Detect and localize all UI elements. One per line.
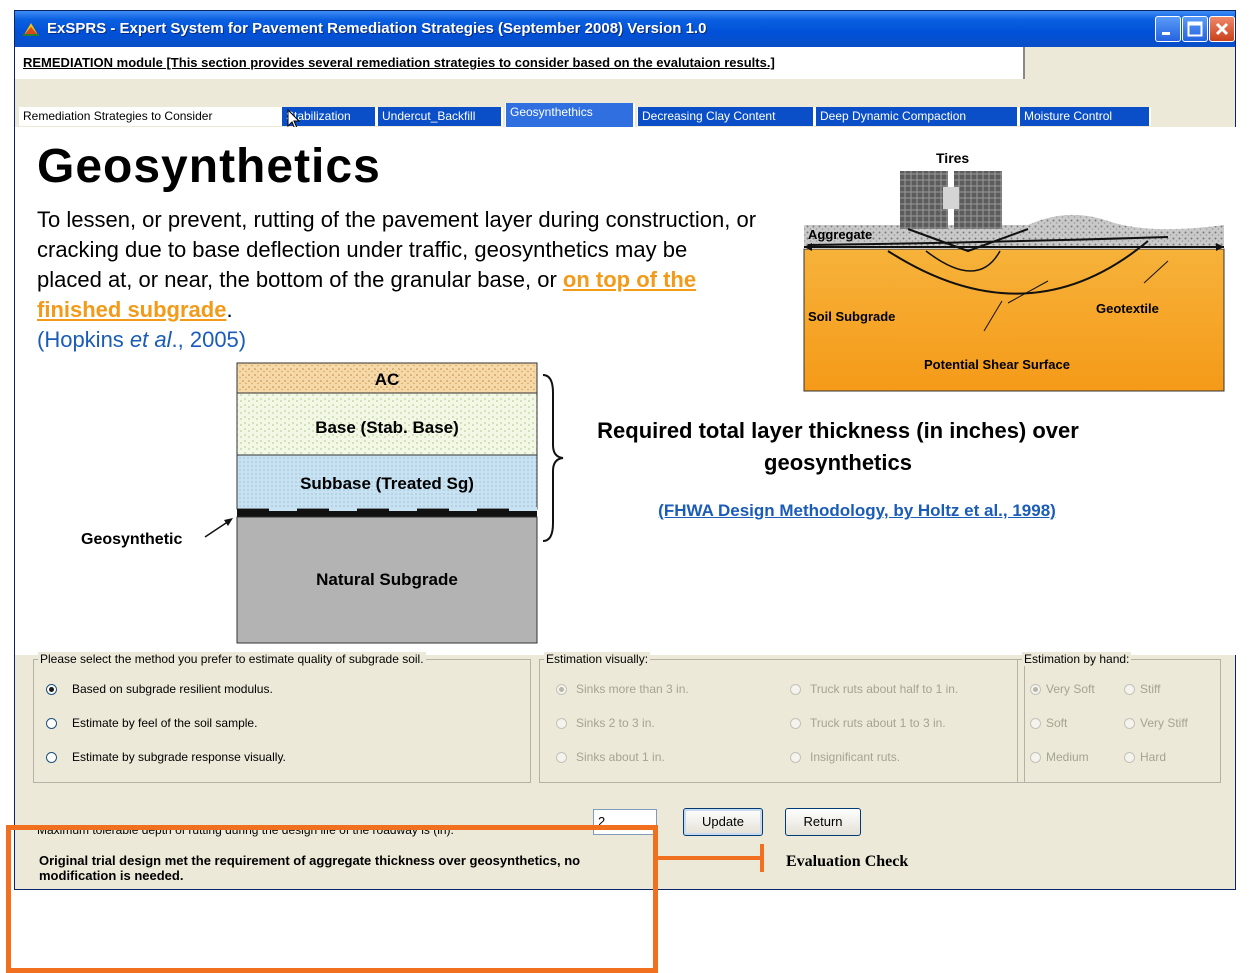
visual-radio-truck-1-3[interactable] — [790, 718, 801, 729]
subbase-layer-label: Subbase (Treated Sg) — [300, 474, 474, 493]
hand-group-legend: Estimation by hand: — [1022, 652, 1132, 666]
tab-remediation-strategies[interactable]: Remediation Strategies to Consider — [19, 107, 281, 126]
tab-decreasing-clay-content[interactable]: Decreasing Clay Content — [637, 107, 815, 126]
hand-radio-very-stiff[interactable] — [1124, 718, 1135, 729]
pavement-layers-diagram: AC Base (Stab. Base) Subbase (Treated Sg… — [236, 362, 538, 644]
visual-option-truck-1-3[interactable]: Truck ruts about 1 to 3 in. — [810, 716, 946, 730]
description-paragraph: To lessen, or prevent, rutting of the pa… — [37, 205, 757, 355]
update-button[interactable]: Update — [683, 808, 763, 836]
window-title: ExSPRS - Expert System for Pavement Reme… — [47, 20, 707, 37]
method-radio-visual[interactable] — [46, 752, 57, 763]
page-title: Geosynthetics — [37, 140, 381, 193]
evaluation-connector — [658, 844, 764, 872]
visual-group-legend: Estimation visually: — [544, 652, 651, 666]
ac-layer-label: AC — [375, 370, 400, 389]
method-group: Please select the method you prefer to e… — [33, 652, 531, 783]
layer-brace — [542, 374, 564, 542]
geotextile-label: Geotextile — [1096, 301, 1159, 316]
visual-radio-truck-half-1[interactable] — [790, 684, 801, 695]
hand-option-medium[interactable]: Medium — [1046, 750, 1089, 764]
geosynthetic-pointer-arrow — [204, 518, 233, 538]
evaluation-highlight-box — [6, 825, 658, 973]
hand-radio-stiff[interactable] — [1124, 684, 1135, 695]
hand-radio-soft[interactable] — [1030, 718, 1041, 729]
hand-radio-hard[interactable] — [1124, 752, 1135, 763]
hand-option-very-stiff[interactable]: Very Stiff — [1140, 716, 1188, 730]
app-icon — [23, 23, 39, 36]
visual-option-sinks-1[interactable]: Sinks about 1 in. — [576, 750, 665, 764]
tires-diagram: Tires Aggregate Soil Subgrade Geotextile… — [803, 150, 1225, 392]
citation: (Hopkins et al., 2005) — [37, 327, 246, 352]
citation-italic: et al — [129, 327, 172, 352]
visual-radio-sinks-more-3[interactable] — [556, 684, 567, 695]
evaluation-check-label: Evaluation Check — [786, 853, 909, 870]
tab-geosynthetics[interactable]: Geosynthethics — [505, 103, 635, 127]
close-icon — [1215, 22, 1229, 36]
method-group-legend: Please select the method you prefer to e… — [38, 652, 426, 666]
hand-radio-very-soft[interactable] — [1030, 684, 1041, 695]
method-option-visual[interactable]: Estimate by subgrade response visually. — [72, 750, 286, 764]
citation-prefix: (Hopkins — [37, 327, 130, 352]
method-radio-modulus[interactable] — [46, 684, 57, 695]
hand-option-stiff[interactable]: Stiff — [1140, 682, 1160, 696]
base-layer-label: Base (Stab. Base) — [315, 418, 459, 437]
visual-estimation-group: Estimation visually: Sinks more than 3 i… — [539, 652, 1025, 783]
hand-option-very-soft[interactable]: Very Soft — [1046, 682, 1095, 696]
citation-suffix: ., 2005) — [171, 327, 247, 352]
visual-option-truck-half-1[interactable]: Truck ruts about half to 1 in. — [810, 682, 958, 696]
soil-subgrade-label: Soil Subgrade — [808, 309, 895, 324]
hand-radio-medium[interactable] — [1030, 752, 1041, 763]
hand-estimation-group: Estimation by hand: Very Soft Stiff Soft… — [1017, 652, 1221, 783]
description-end: . — [226, 297, 233, 322]
natural-subgrade-label: Natural Subgrade — [316, 570, 458, 589]
minimize-icon — [1162, 32, 1170, 35]
tab-undercut-backfill[interactable]: Undercut_Backfill — [377, 107, 503, 126]
return-button[interactable]: Return — [785, 808, 861, 836]
visual-option-insignificant[interactable]: Insignificant ruts. — [810, 750, 900, 764]
visual-option-sinks-2-3[interactable]: Sinks 2 to 3 in. — [576, 716, 655, 730]
tab-moisture-control[interactable]: Moisture Control — [1019, 107, 1151, 126]
method-option-feel[interactable]: Estimate by feel of the soil sample. — [72, 716, 257, 730]
visual-radio-sinks-2-3[interactable] — [556, 718, 567, 729]
module-description: REMEDIATION module [This section provide… — [23, 55, 775, 70]
method-option-modulus[interactable]: Based on subgrade resilient modulus. — [72, 682, 273, 696]
tires-label: Tires — [936, 150, 969, 166]
title-bar[interactable]: ExSPRS - Expert System for Pavement Reme… — [15, 11, 1235, 47]
maximize-icon — [1187, 21, 1203, 37]
module-header: REMEDIATION module [This section provide… — [15, 47, 1025, 79]
close-button[interactable] — [1209, 16, 1235, 42]
application-window: ExSPRS - Expert System for Pavement Reme… — [14, 10, 1237, 890]
tab-strip: Remediation Strategies to Consider Stabi… — [15, 103, 1237, 130]
shear-surface-label: Potential Shear Surface — [924, 357, 1070, 372]
visual-radio-sinks-1[interactable] — [556, 752, 567, 763]
visual-option-sinks-more-3[interactable]: Sinks more than 3 in. — [576, 682, 689, 696]
hand-option-hard[interactable]: Hard — [1140, 750, 1166, 764]
method-radio-feel[interactable] — [46, 718, 57, 729]
fhwa-methodology-link[interactable]: (FHWA Design Methodology, by Holtz et al… — [597, 501, 1117, 521]
minimize-button[interactable] — [1155, 16, 1181, 42]
geosynthetic-label: Geosynthetic — [81, 531, 183, 548]
tab-deep-dynamic-compaction[interactable]: Deep Dynamic Compaction — [815, 107, 1019, 126]
geosynthetics-panel: Geosynthetics To lessen, or prevent, rut… — [15, 127, 1237, 655]
visual-radio-insignificant[interactable] — [790, 752, 801, 763]
maximize-button[interactable] — [1182, 16, 1208, 42]
hand-option-soft[interactable]: Soft — [1046, 716, 1067, 730]
required-thickness-title: Required total layer thickness (in inche… — [597, 418, 1079, 475]
aggregate-label: Aggregate — [808, 227, 872, 242]
